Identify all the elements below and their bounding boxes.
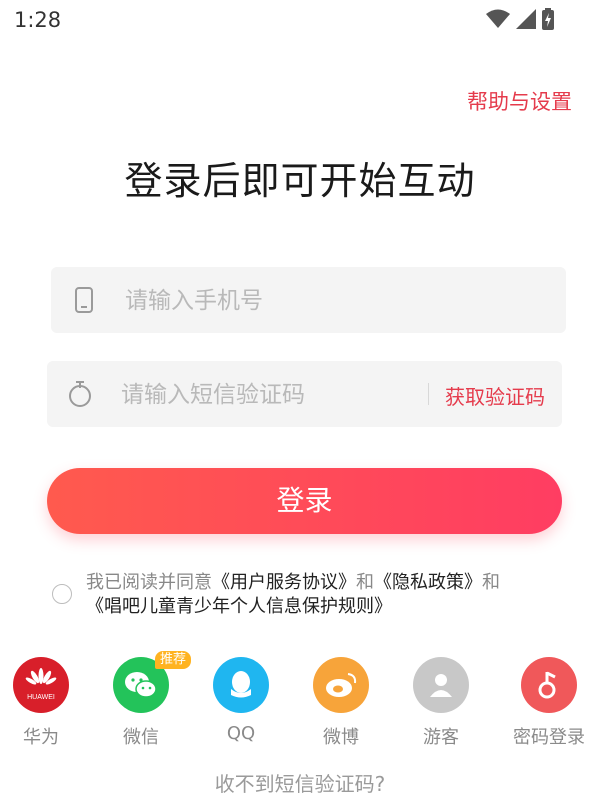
wechat-icon[interactable]: 推荐 — [113, 651, 191, 713]
agreement-and: 和 — [356, 572, 374, 593]
music-note-glyph — [538, 671, 556, 699]
child-privacy-link[interactable]: 《唱吧儿童青少年个人信息保护规则》 — [86, 596, 392, 617]
weibo-glyph — [326, 673, 357, 697]
huawei-icon[interactable]: HUAWEI — [13, 657, 69, 713]
privacy-policy-link[interactable]: 《隐私政策》 — [374, 572, 482, 593]
qq-label: QQ — [226, 723, 256, 744]
divider — [428, 383, 429, 405]
phone-field — [51, 267, 566, 335]
user-agreement-link[interactable]: 《用户服务协议》 — [212, 572, 356, 593]
weibo-icon[interactable] — [313, 657, 369, 713]
password-login-icon[interactable] — [521, 657, 577, 713]
password-login-label: 密码登录 — [513, 727, 585, 748]
help-settings-link[interactable]: 帮助与设置 — [467, 86, 572, 116]
agreement-prefix: 我已阅读并同意 — [86, 572, 212, 593]
agreement-and: 和 — [482, 572, 500, 593]
signal-icon — [516, 9, 536, 29]
huawei-label: 华为 — [23, 727, 59, 748]
qq-glyph — [231, 671, 251, 698]
guest-login-option[interactable]: 游客 — [401, 657, 481, 749]
page-title: 登录后即可开始互动 — [124, 159, 476, 203]
weibo-login-option[interactable]: 微博 — [301, 657, 381, 749]
qq-icon[interactable] — [213, 657, 269, 713]
user-glyph — [430, 674, 452, 697]
timer-icon — [69, 381, 91, 407]
third-party-login: HUAWEI 华为 推荐 微信 QQ 微博 游客 密码登录 — [0, 651, 600, 749]
phone-input[interactable] — [123, 267, 427, 335]
status-time: 1:28 — [14, 8, 62, 32]
phone-icon — [75, 287, 93, 313]
recommend-badge: 推荐 — [154, 651, 191, 669]
wechat-login-option[interactable]: 推荐 微信 — [101, 651, 191, 749]
no-sms-help-link[interactable]: 收不到短信验证码? — [0, 768, 600, 797]
sms-code-input[interactable] — [119, 361, 423, 429]
wifi-icon — [486, 9, 510, 28]
login-button[interactable]: 登录 — [47, 468, 562, 534]
sms-code-field: 获取验证码 — [47, 361, 562, 429]
status-icons — [486, 8, 554, 30]
password-login-option[interactable]: 密码登录 — [509, 657, 589, 749]
agreement-text: 我已阅读并同意《用户服务协议》和《隐私政策》和 《唱吧儿童青少年个人信息保护规则》 — [86, 571, 566, 619]
huawei-login-option[interactable]: HUAWEI 华为 — [1, 657, 81, 749]
agreement-checkbox[interactable] — [52, 584, 72, 604]
huawei-logo: HUAWEI — [25, 668, 57, 701]
wechat-label: 微信 — [123, 727, 159, 748]
weibo-label: 微博 — [323, 727, 359, 748]
guest-label: 游客 — [423, 727, 459, 748]
wechat-glyph — [125, 672, 157, 698]
get-code-button[interactable]: 获取验证码 — [445, 381, 545, 410]
battery-icon — [542, 8, 554, 30]
huawei-logo-text: HUAWEI — [27, 694, 55, 701]
qq-login-option[interactable]: QQ — [201, 657, 281, 744]
guest-icon[interactable] — [413, 657, 469, 713]
